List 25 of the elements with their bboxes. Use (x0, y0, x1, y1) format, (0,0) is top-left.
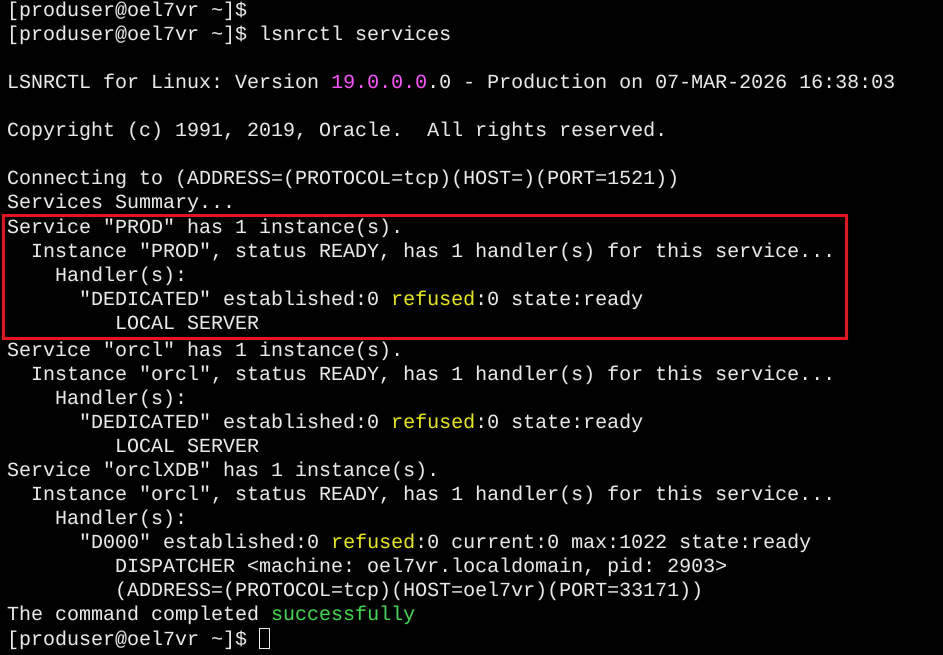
terminal-line: Copyright (c) 1991, 2019, Oracle. All rights reserved. (7, 120, 668, 144)
terminal-line: LOCAL SERVER (114, 313, 260, 337)
terminal-line: Service "orcl" has 1 instance(s). (7, 340, 404, 364)
terminal-line: (ADDRESS=(PROTOCOL=tcp)(HOST=oel7vr)(PORT=33171)) (114, 580, 704, 604)
terminal-line: Instance "orcl", status READY, has 1 handler(s) for this service... (30, 484, 836, 508)
terminal-line: Services Summary... (7, 192, 236, 216)
terminal-line: Handler(s): (54, 508, 188, 532)
terminal-line: [produser@oel7vr ~]$ (7, 0, 248, 24)
terminal-line: Connecting to (ADDRESS=(PROTOCOL=tcp)(HOST=)(PORT=1521)) (7, 168, 680, 192)
terminal-line: Service "orclXDB" has 1 instance(s). (7, 460, 440, 484)
terminal-line: Service "PROD" has 1 instance(s). (7, 217, 404, 241)
terminal-line: LSNRCTL for Linux: Version 19.0.0.0.0 - Production on 07-MAR-2026 16:38:03 (7, 72, 896, 96)
terminal-line: Handler(s): (54, 388, 188, 412)
terminal-line: LOCAL SERVER (114, 436, 260, 460)
terminal-line: DISPATCHER <machine: oel7vr.localdomain, pid: 2903> (114, 556, 728, 580)
terminal-line: "DEDICATED" established:0 refused:0 state:ready (78, 289, 644, 313)
terminal-line: Handler(s): (54, 265, 188, 289)
terminal-line: Instance "PROD", status READY, has 1 handler(s) for this service... (30, 241, 836, 265)
terminal-line: [produser@oel7vr ~]$ lsnrctl services (7, 24, 452, 48)
text-cursor (259, 628, 270, 649)
prompt-line: [produser@oel7vr ~]$ (7, 628, 943, 652)
terminal-line: "D000" established:0 refused:0 current:0 max:1022 state:ready (78, 532, 812, 556)
terminal-line: The command completed successfully (7, 604, 416, 628)
terminal-line: "DEDICATED" established:0 refused:0 state:ready (78, 412, 644, 436)
terminal-line: Instance "orcl", status READY, has 1 handler(s) for this service... (30, 364, 836, 388)
